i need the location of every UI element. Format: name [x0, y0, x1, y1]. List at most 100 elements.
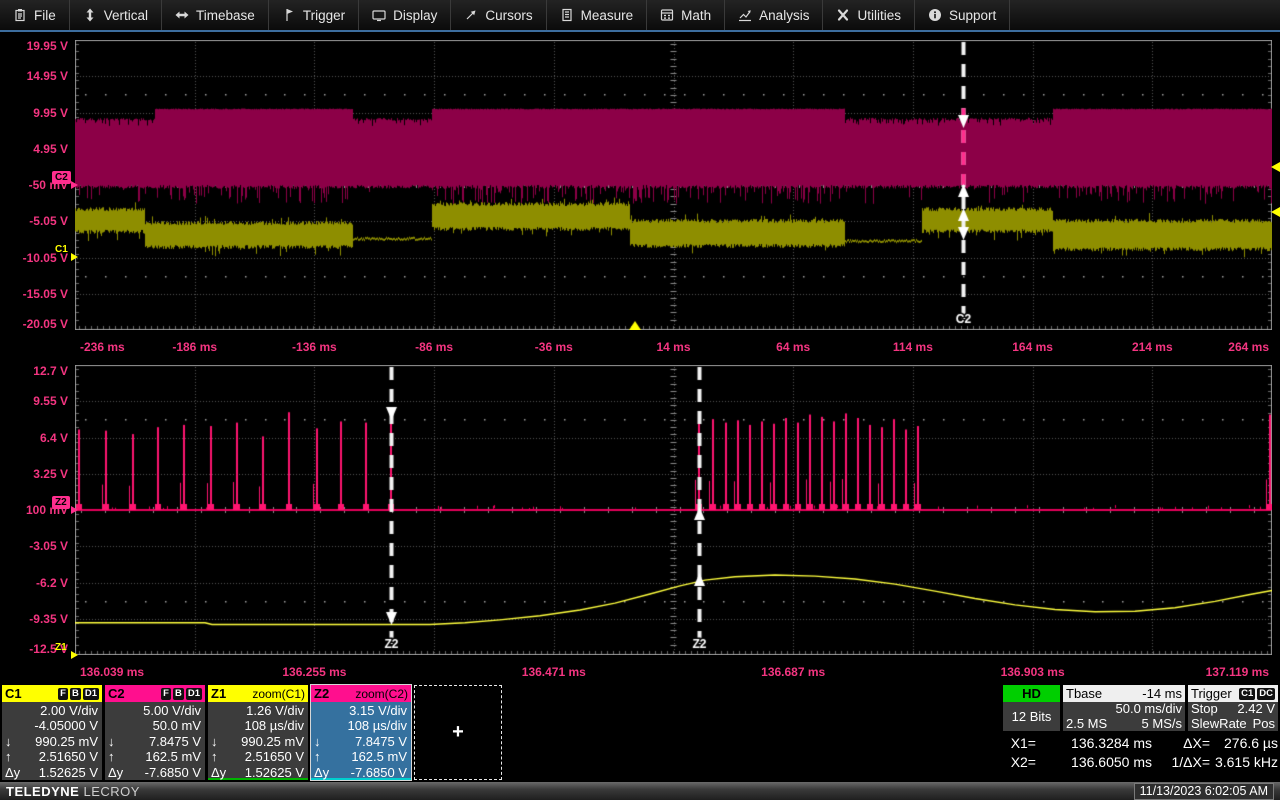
channel-offset-marker-c1[interactable]: C1 [52, 243, 71, 256]
dx-label: ΔX= [1152, 735, 1210, 751]
menu-item-cursors[interactable]: Cursors [451, 0, 546, 30]
x-axis-label: -186 ms [172, 340, 217, 354]
menu-item-display[interactable]: Display [359, 0, 451, 30]
hd-box[interactable]: HD 12 Bits [1003, 685, 1060, 731]
trigger-box[interactable]: Trigger C1 DC Stop 2.42 V SlewRate Pos [1188, 685, 1278, 731]
badge-d1: D1 [186, 688, 202, 700]
brand-primary: TELEDYNE [6, 784, 79, 799]
descriptor-row-value: 50.0 mV [130, 718, 201, 733]
x-axis-label: 136.471 ms [522, 665, 586, 679]
add-trace-slot[interactable]: + [414, 685, 502, 780]
descriptor-body: 1.26 V/div108 µs/div↓990.25 mV↑2.51650 V… [208, 702, 308, 780]
descriptor-c2[interactable]: C2FBD15.00 V/div50.0 mV↓7.8475 V↑162.5 m… [105, 685, 205, 780]
descriptor-row-glyph [5, 718, 27, 733]
menu-item-vertical[interactable]: Vertical [70, 0, 162, 30]
descriptor-row: 108 µs/div [211, 718, 304, 733]
tbase-rate: 5 MS/s [1142, 717, 1182, 732]
cursors-icon [464, 8, 478, 22]
trigger-title: Trigger [1191, 686, 1232, 701]
badge-d1: D1 [83, 688, 99, 700]
tbase-samples: 2.5 MS [1066, 717, 1107, 732]
hd-header: HD [1003, 685, 1060, 702]
descriptor-row: 3.15 V/div [314, 703, 407, 718]
tbase-title: Tbase [1066, 686, 1102, 701]
descriptor-header: C2FBD1 [105, 685, 205, 702]
descriptor-title: C2 [108, 686, 125, 701]
descriptor-row-glyph: ↓ [108, 734, 130, 749]
descriptor-row: -4.05000 V [5, 718, 98, 733]
x-axis-label: 64 ms [776, 340, 810, 354]
descriptor-row-glyph: Δy [211, 765, 233, 780]
channel-offset-marker-z2[interactable]: Z2 [52, 496, 70, 509]
descriptor-row-glyph: ↑ [211, 749, 233, 764]
descriptor-row-value: -7.6850 V [336, 765, 407, 780]
y-axis-label: 3.25 V [0, 467, 68, 481]
trigger-level-marker[interactable] [1271, 207, 1280, 217]
descriptor-row-value: 1.52625 V [233, 765, 304, 780]
descriptor-z1[interactable]: Z1zoom(C1)1.26 V/div108 µs/div↓990.25 mV… [208, 685, 308, 780]
x-axis-label: 136.255 ms [282, 665, 346, 679]
badge-b: B [173, 688, 184, 700]
descriptor-row: Δy1.52625 V [5, 765, 98, 780]
invdx-value: 3.615 kHz [1210, 754, 1278, 770]
descriptor-row-glyph [5, 703, 27, 718]
trigger-level-marker[interactable] [1271, 162, 1280, 172]
x-axis-label: 114 ms [893, 340, 933, 354]
bottom-panel: C1FBD12.00 V/div-4.05000 V↓990.25 mV↑2.5… [0, 683, 1280, 782]
menu-item-math[interactable]: Math [647, 0, 725, 30]
timebase-icon [175, 8, 189, 22]
menu-item-measure[interactable]: Measure [547, 0, 648, 30]
x-axis-label: 136.687 ms [761, 665, 825, 679]
descriptor-row: ↑2.51650 V [211, 749, 304, 764]
menu-item-utilities[interactable]: Utilities [823, 0, 915, 30]
y-axis-label: 9.95 V [0, 106, 68, 120]
trigger-level: 2.42 V [1237, 702, 1275, 717]
x-axis-label: -86 ms [415, 340, 453, 354]
menu-item-file[interactable]: File [0, 0, 70, 30]
cursor-readout-line2: X2= 136.6050 ms 1/ΔX= 3.615 kHz [1000, 754, 1278, 770]
waveform-display: 19.95 V14.95 V9.95 V4.95 V-50 mV-5.05 V-… [0, 32, 1280, 683]
descriptor-row-glyph [211, 718, 233, 733]
trigger-coupling-badge: DC [1257, 688, 1275, 700]
menu-item-analysis[interactable]: Analysis [725, 0, 823, 30]
descriptor-row-value: 2.51650 V [233, 749, 304, 764]
y-axis-label: -3.05 V [0, 539, 68, 553]
menu-item-label: Vertical [104, 8, 148, 23]
y-axis-label: 14.95 V [0, 69, 68, 83]
descriptor-row-glyph: ↓ [314, 734, 336, 749]
descriptor-header: C1FBD1 [2, 685, 102, 702]
descriptor-source: zoom(C1) [252, 687, 305, 701]
x-axis-label: -36 ms [535, 340, 573, 354]
descriptor-row-glyph [211, 703, 233, 718]
datetime: 11/13/2023 6:02:05 AM [1134, 783, 1274, 800]
channel-marker-arrow [71, 506, 78, 514]
menu-item-timebase[interactable]: Timebase [162, 0, 269, 30]
x-axis-label: 264 ms [1228, 340, 1269, 354]
timebase-box[interactable]: Tbase -14 ms 50.0 ms/div 2.5 MS 5 MS/s [1063, 685, 1185, 731]
descriptor-z2[interactable]: Z2zoom(C2)3.15 V/div108 µs/div↓7.8475 V↑… [311, 685, 411, 780]
y-axis-label: -6.2 V [0, 576, 68, 590]
descriptor-row-glyph: Δy [5, 765, 27, 780]
y-axis-label: -15.05 V [0, 287, 68, 301]
descriptor-c1[interactable]: C1FBD12.00 V/div-4.05000 V↓990.25 mV↑2.5… [2, 685, 102, 780]
trigger-mode: Stop [1191, 702, 1218, 717]
y-axis-label: 4.95 V [0, 142, 68, 156]
file-icon [13, 8, 27, 22]
menu-item-support[interactable]: Support [915, 0, 1010, 30]
menu-item-trigger[interactable]: Trigger [269, 0, 359, 30]
menu-item-label: Cursors [485, 8, 532, 23]
channel-offset-marker-c2[interactable]: C2 [52, 171, 71, 184]
descriptor-row-value: 162.5 mV [336, 749, 407, 764]
descriptor-row-value: 1.52625 V [27, 765, 98, 780]
bottom-grid-canvas[interactable] [75, 365, 1272, 655]
x-axis-label: 214 ms [1132, 340, 1173, 354]
measure-icon [560, 8, 574, 22]
trigger-type: SlewRate [1191, 717, 1247, 732]
descriptor-body: 3.15 V/div108 µs/div↓7.8475 V↑162.5 mVΔy… [311, 702, 411, 780]
invdx-label: 1/ΔX= [1152, 754, 1210, 770]
channel-offset-marker-z1[interactable]: Z1 [52, 641, 70, 654]
descriptor-row-glyph [314, 718, 336, 733]
dx-value: 276.6 µs [1210, 735, 1278, 751]
top-grid-canvas[interactable] [75, 40, 1272, 330]
descriptor-row-value: 7.8475 V [130, 734, 201, 749]
